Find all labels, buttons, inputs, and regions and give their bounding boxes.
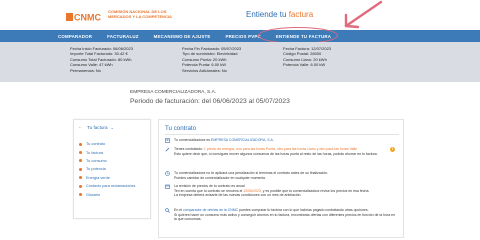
sidebar-item-label: Energía verde <box>86 175 110 180</box>
bullet-icon <box>79 193 82 197</box>
contract-card: Tu contrato Tu comercializadora es EMPRE… <box>158 119 404 238</box>
cnmc-logo-mark: CNMC <box>66 9 104 23</box>
bullet-icon <box>79 176 82 180</box>
nav-comparador[interactable]: COMPARADOR <box>58 34 92 39</box>
row-text: La empresa deberá avisarte de las nuevas… <box>174 193 302 198</box>
annotation-arrow-icon <box>344 0 383 29</box>
row-text: Puedes cambiar de comercializador en cua… <box>174 175 267 180</box>
row-text: Tu comercializadora no te aplicará una p… <box>174 171 329 175</box>
bullet-icon <box>79 151 82 155</box>
page-title-prefix: Entiende tu <box>246 10 289 19</box>
bullet-icon <box>79 142 82 146</box>
sidebar-item-label: Tu consumo <box>86 158 107 163</box>
row-text: puedes comparar tu factura con lo que ha… <box>238 208 369 212</box>
back-arrow-icon[interactable]: ← <box>78 124 83 130</box>
pencil-icon <box>165 147 170 152</box>
invoice-summary: Fecha Inicio Facturado: 06/06/2023 Impor… <box>0 42 480 82</box>
sidebar-item-energia-verde[interactable]: Energía verde <box>79 174 135 182</box>
sidebar-item-tu-contrato[interactable]: Tu contrato <box>79 140 135 148</box>
sidebar-item-reclamaciones[interactable]: Contacto para reclamaciones <box>79 182 135 190</box>
row-text: Esto quiere decir que, si consigues move… <box>174 151 378 156</box>
nav-facturaluz[interactable]: FACTURALUZ <box>107 34 139 39</box>
row-text: , y es posible que tu comercializadora r… <box>260 188 370 193</box>
search-icon <box>165 208 170 213</box>
calendar-icon <box>165 184 170 189</box>
page-title-accent: factura <box>288 10 314 19</box>
row-text: Si quieres hacer un consumo más activo y… <box>174 212 396 222</box>
sidebar-item-label: Tu factura <box>86 150 103 155</box>
cnmc-logo-text: COMISIÓN NACIONAL DE LOS MERCADOS Y LA C… <box>108 9 172 19</box>
sidebar-item-tu-consumo[interactable]: Tu consumo <box>79 157 135 165</box>
billing-period: Periodo de facturación: del 06/06/2023 a… <box>130 98 290 105</box>
summary-column-2: Fecha Fin Facturado: 05/07/2023 Tipo de … <box>182 46 241 73</box>
building-icon <box>165 138 170 143</box>
bullet-icon <box>79 184 82 188</box>
company-block: EMPRESA COMERCIALIZADORA, S.A. Periodo d… <box>130 90 290 105</box>
sidebar-header[interactable]: ← Tu factura ⌄ <box>78 124 114 130</box>
nav-precios[interactable]: PRECIOS PVPC <box>225 34 260 39</box>
sidebar-item-label: Tu contrato <box>86 142 106 147</box>
sidebar: ← Tu factura ⌄ Tu contrato Tu factura Tu… <box>73 119 151 219</box>
sidebar-item-tu-potencia[interactable]: Tu potencia <box>79 165 135 173</box>
row-text: En el <box>174 208 183 212</box>
main-nav: COMPARADOR FACTURALUZ MECANISMO DE AJUST… <box>0 30 480 42</box>
nav-mecanismo-ajuste[interactable]: MECANISMO DE AJUSTE <box>154 34 211 39</box>
company-link[interactable]: EMPRESA COMERCIALIZADORA, S.A. <box>211 138 274 142</box>
svg-text:CNMC: CNMC <box>74 13 101 23</box>
summary-item: Servicios Adicionales: No <box>182 67 227 73</box>
sidebar-item-label: Glosario <box>86 192 101 197</box>
summary-column-1: Fecha Inicio Facturado: 06/06/2023 Impor… <box>70 46 133 73</box>
tariff-text: 1 precio de energía, uno para las horas … <box>203 147 349 151</box>
tariff-text-valle: Valle <box>349 147 358 151</box>
summary-item: Potencia Valle: 6.00 kW <box>283 62 326 68</box>
row-text: Tu comercializadora es <box>174 138 212 142</box>
clock-icon <box>165 171 170 176</box>
page-title: Entiende tu factura <box>246 10 313 19</box>
sidebar-item-label: Tu potencia <box>86 167 106 172</box>
renewal-date: 10/06/2023 <box>243 188 261 193</box>
bullet-icon <box>79 167 82 171</box>
info-badge-icon[interactable]: ! <box>390 147 395 152</box>
logo-line-2: MERCADOS Y LA COMPETENCIA <box>108 14 172 19</box>
sidebar-item-glosario[interactable]: Glosario <box>79 190 135 198</box>
row-text: Ten en cuenta que tu contrato se renueva… <box>174 188 244 193</box>
row-text: La revisión de precios de tu contrato es… <box>174 184 245 188</box>
summary-column-3: Fecha Factura: 12/07/2023 Código Postal:… <box>283 46 331 68</box>
site-header: CNMC COMISIÓN NACIONAL DE LOS MERCADOS Y… <box>0 0 480 30</box>
sidebar-item-tu-factura[interactable]: Tu factura <box>79 148 135 156</box>
chevron-down-icon: ⌄ <box>110 124 114 130</box>
company-name: EMPRESA COMERCIALIZADORA, S.A. <box>130 90 217 95</box>
summary-item: Permanencia: No <box>70 67 101 73</box>
sidebar-title: Tu factura <box>87 124 108 130</box>
sidebar-item-label: Contacto para reclamaciones <box>86 184 136 189</box>
bullet-icon <box>79 159 82 163</box>
row-text: Tienes contratado: <box>174 147 204 151</box>
comparador-link[interactable]: comparador de ofertas de la CNMC <box>183 208 238 212</box>
cnmc-logo[interactable]: CNMC COMISIÓN NACIONAL DE LOS MERCADOS Y… <box>66 9 172 23</box>
divider <box>165 134 399 135</box>
contract-title: Tu contrato <box>165 125 197 132</box>
sidebar-list: Tu contrato Tu factura Tu consumo Tu pot… <box>79 140 135 199</box>
nav-precios-label: PRECIOS <box>225 33 247 39</box>
